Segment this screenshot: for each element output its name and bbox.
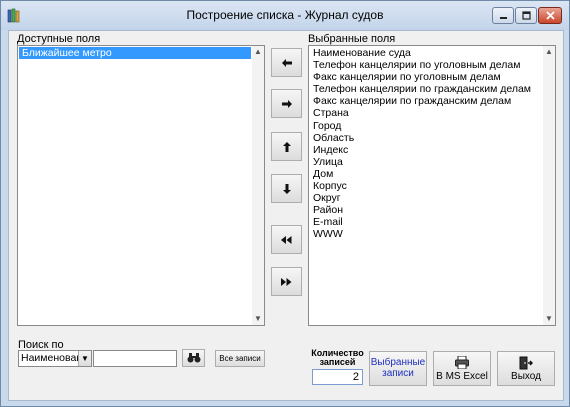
selected-field-item[interactable]: Город bbox=[310, 120, 542, 132]
selected-fields-list[interactable]: Наименование суда Телефон канцелярии по у… bbox=[308, 45, 556, 326]
available-scrollbar[interactable]: ▲ ▼ bbox=[252, 46, 264, 325]
selected-field-item[interactable]: Район bbox=[310, 204, 542, 216]
close-icon bbox=[545, 11, 555, 20]
chevron-down-icon[interactable]: ▼ bbox=[78, 351, 91, 366]
maximize-icon bbox=[521, 11, 531, 20]
double-arrow-left-icon bbox=[281, 235, 292, 244]
exit-button[interactable]: Выход bbox=[497, 351, 555, 386]
selected-field-item[interactable]: Область bbox=[310, 132, 542, 144]
move-up-button[interactable] bbox=[271, 132, 302, 161]
arrow-left-icon bbox=[281, 58, 292, 67]
move-left-button[interactable] bbox=[271, 48, 302, 77]
selected-field-item[interactable]: Наименование суда bbox=[310, 47, 542, 59]
selected-field-item[interactable]: Страна bbox=[310, 107, 542, 119]
title-bar[interactable]: Построение списка - Журнал судов bbox=[1, 1, 569, 30]
window-title: Построение списка - Журнал судов bbox=[186, 8, 384, 22]
arrow-down-icon bbox=[282, 183, 291, 194]
move-all-left-button[interactable] bbox=[271, 225, 302, 254]
binoculars-icon bbox=[187, 353, 200, 363]
selected-field-item[interactable]: Телефон канцелярии по уголовным делам bbox=[310, 59, 542, 71]
search-field-value: Наименование суда bbox=[21, 352, 79, 364]
close-button[interactable] bbox=[538, 7, 562, 24]
scroll-down-icon[interactable]: ▼ bbox=[252, 313, 264, 325]
arrow-right-icon bbox=[281, 99, 292, 108]
maximize-button[interactable] bbox=[515, 7, 537, 24]
minimize-icon bbox=[499, 17, 507, 19]
arrow-up-icon bbox=[282, 141, 291, 152]
selected-records-label: Выбранные записи bbox=[370, 357, 426, 379]
selected-field-item[interactable]: Телефон канцелярии по гражданским делам bbox=[310, 83, 542, 95]
exit-label: Выход bbox=[511, 371, 541, 382]
available-field-item[interactable]: Ближайшее метро bbox=[19, 47, 251, 60]
selected-field-item[interactable]: E-mail bbox=[310, 216, 542, 228]
selected-field-item[interactable]: Факс канцелярии по уголовным делам bbox=[310, 71, 542, 83]
export-excel-button[interactable]: В MS Excel bbox=[433, 351, 491, 386]
exit-door-icon bbox=[519, 356, 533, 370]
all-records-button[interactable]: Все записи bbox=[215, 350, 265, 367]
available-fields-label: Доступные поля bbox=[17, 33, 101, 45]
scroll-up-icon[interactable]: ▲ bbox=[252, 46, 264, 58]
dialog-window: Построение списка - Журнал судов Доступн… bbox=[0, 0, 570, 407]
scroll-up-icon[interactable]: ▲ bbox=[543, 46, 555, 58]
selected-scrollbar[interactable]: ▲ ▼ bbox=[543, 46, 555, 325]
find-button[interactable] bbox=[182, 349, 205, 367]
double-arrow-right-icon bbox=[281, 277, 292, 286]
printer-icon bbox=[455, 356, 469, 369]
selected-field-item[interactable]: WWW bbox=[310, 228, 542, 240]
available-fields-list[interactable]: Ближайшее метро ▲ ▼ bbox=[17, 45, 265, 326]
selected-field-item[interactable]: Индекс bbox=[310, 144, 542, 156]
move-all-right-button[interactable] bbox=[271, 267, 302, 296]
minimize-button[interactable] bbox=[492, 7, 514, 24]
move-down-button[interactable] bbox=[271, 174, 302, 203]
selected-field-item[interactable]: Дом bbox=[310, 168, 542, 180]
selected-field-item[interactable]: Улица bbox=[310, 156, 542, 168]
selected-field-item[interactable]: Округ bbox=[310, 192, 542, 204]
selected-field-item[interactable]: Факс канцелярии по гражданским делам bbox=[310, 95, 542, 107]
selected-records-button[interactable]: Выбранные записи bbox=[369, 351, 427, 386]
selected-field-item[interactable]: Корпус bbox=[310, 180, 542, 192]
search-field-combo[interactable]: Наименование суда ▼ bbox=[18, 350, 92, 367]
move-right-button[interactable] bbox=[271, 89, 302, 118]
export-excel-label: В MS Excel bbox=[436, 371, 488, 382]
dialog-body: Доступные поля Ближайшее метро ▲ ▼ Выбра… bbox=[8, 30, 564, 401]
search-input[interactable] bbox=[93, 350, 177, 367]
count-label: Количество записей bbox=[311, 348, 364, 367]
count-field[interactable]: 2 bbox=[312, 369, 363, 385]
selected-fields-label: Выбранные поля bbox=[308, 33, 396, 45]
scroll-down-icon[interactable]: ▼ bbox=[543, 313, 555, 325]
